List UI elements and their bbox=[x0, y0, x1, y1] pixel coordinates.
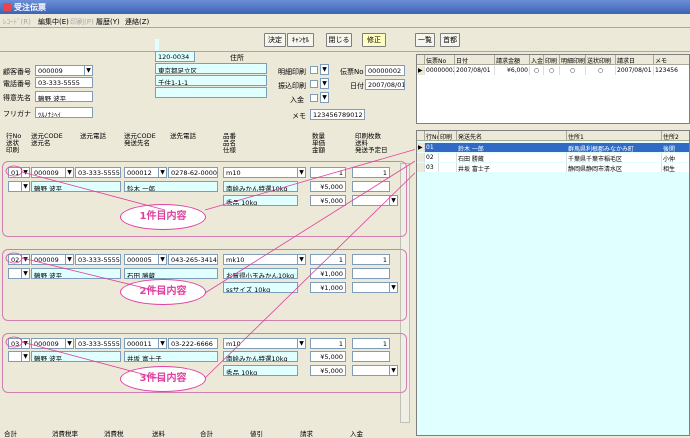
slip-cell[interactable]: ○ bbox=[560, 66, 586, 75]
connector-row3-left bbox=[21, 341, 166, 381]
dest-cell[interactable]: 03 bbox=[425, 163, 439, 172]
slip-cell[interactable]: 2007/08/01 bbox=[616, 66, 654, 75]
connector-row1-left bbox=[21, 171, 166, 211]
dest-cell[interactable]: 相生 bbox=[662, 163, 689, 172]
row-pointer-icon: ▶ bbox=[417, 66, 425, 75]
slip-col-header[interactable]: 伝票No bbox=[425, 55, 455, 65]
dest-cell[interactable]: 井坂 富士子 bbox=[457, 163, 567, 172]
dest-col-header[interactable]: 住所2 bbox=[662, 131, 689, 141]
row-pointer-icon: ▶ bbox=[417, 143, 425, 152]
slip-col-header[interactable]: 印刷 bbox=[544, 55, 560, 65]
slip-col-header[interactable]: 請求金額 bbox=[495, 55, 530, 65]
dest-cell[interactable] bbox=[439, 153, 457, 162]
dest-col-header[interactable]: 行No bbox=[425, 131, 439, 141]
grid-corner bbox=[417, 55, 425, 65]
slip-cell[interactable]: 2007/08/01 bbox=[455, 66, 495, 75]
row-header bbox=[417, 153, 425, 162]
grid-corner bbox=[417, 131, 425, 141]
destination-grid[interactable]: 行No 印刷 発送先名 住所1 住所2 ▶ 01 鈴木 一郎 群馬県利根郡みなか… bbox=[416, 130, 690, 436]
dest-cell[interactable]: 鈴木 一郎 bbox=[457, 143, 567, 152]
dest-cell[interactable]: 千葉県千葉市稲毛区 bbox=[567, 153, 662, 162]
slip-cell[interactable]: 123456 bbox=[654, 66, 689, 75]
slip-cell[interactable]: ○ bbox=[544, 66, 560, 75]
right-pane: 伝票No 日付 請求金額 入金 印刷 明細印刷 送状印刷 請求日 メモ ▶ 00… bbox=[415, 53, 690, 436]
dest-cell[interactable]: 群馬県利根郡みなかみ町 bbox=[567, 143, 662, 152]
row-no-highlight-1 bbox=[5, 165, 23, 177]
slip-col-header[interactable]: 明細印刷 bbox=[560, 55, 586, 65]
slip-list-grid[interactable]: 伝票No 日付 請求金額 入金 印刷 明細印刷 送状印刷 請求日 メモ ▶ 00… bbox=[416, 54, 690, 124]
connector-row1-right bbox=[204, 147, 421, 211]
dest-cell[interactable] bbox=[439, 163, 457, 172]
row-no-highlight-3 bbox=[5, 336, 23, 348]
dest-cell[interactable]: 01 bbox=[425, 143, 439, 152]
slip-cell[interactable]: 00000002 bbox=[425, 66, 455, 75]
slip-col-header[interactable]: メモ bbox=[654, 55, 689, 65]
slip-col-header[interactable]: 日付 bbox=[455, 55, 495, 65]
dest-col-header[interactable]: 発送先名 bbox=[457, 131, 567, 141]
slip-col-header[interactable]: 請求日 bbox=[616, 55, 654, 65]
dest-col-header[interactable]: 住所1 bbox=[567, 131, 662, 141]
dest-cell[interactable]: 後閑 bbox=[662, 143, 689, 152]
connector-row2-left bbox=[21, 257, 166, 294]
dest-cell[interactable]: 小仲 bbox=[662, 153, 689, 162]
dest-cell[interactable]: 02 bbox=[425, 153, 439, 162]
dest-cell[interactable]: 静岡県静岡市清水区 bbox=[567, 163, 662, 172]
dest-cell[interactable]: 石田 勝蔵 bbox=[457, 153, 567, 162]
row-header bbox=[417, 163, 425, 172]
slip-cell[interactable]: ○ bbox=[586, 66, 616, 75]
slip-col-header[interactable]: 送状印刷 bbox=[586, 55, 616, 65]
slip-col-header[interactable]: 入金 bbox=[530, 55, 544, 65]
row-no-highlight-2 bbox=[5, 252, 23, 264]
slip-cell[interactable]: ○ bbox=[530, 66, 544, 75]
slip-cell[interactable]: ¥6,000 bbox=[495, 66, 530, 75]
dest-col-header[interactable]: 印刷 bbox=[439, 131, 457, 141]
